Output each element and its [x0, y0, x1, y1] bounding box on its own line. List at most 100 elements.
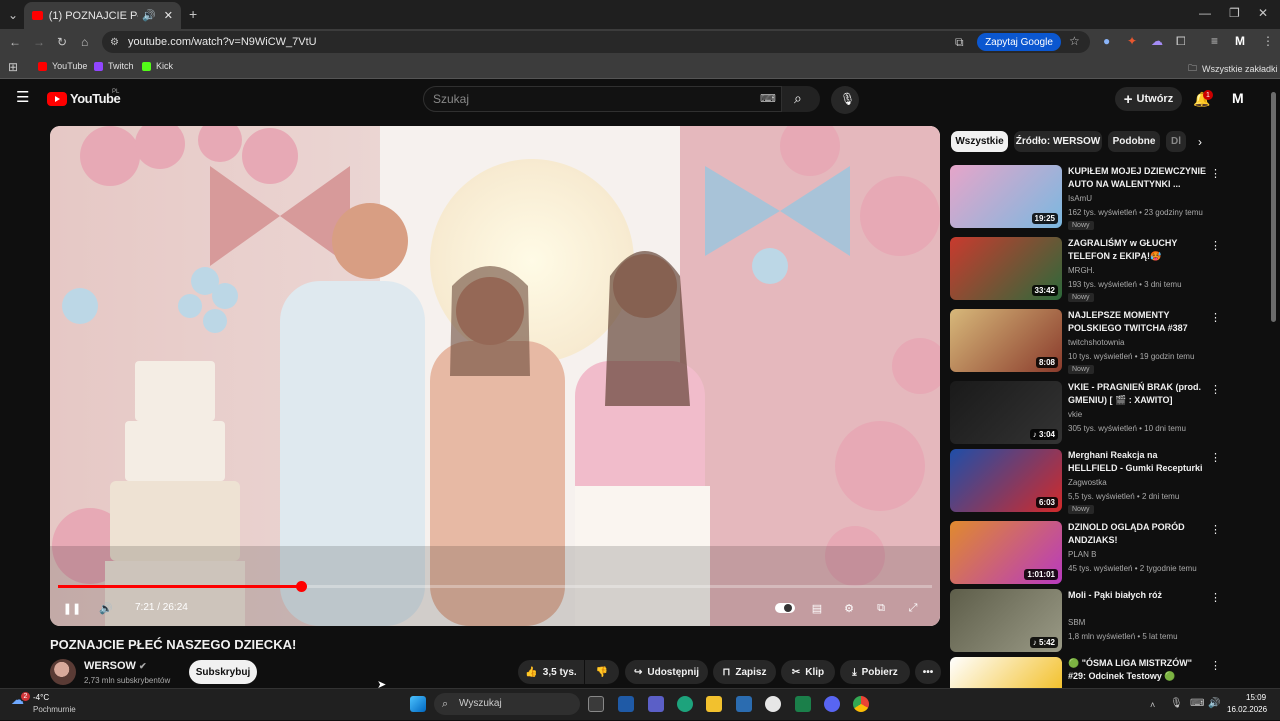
recommendation-channel[interactable]: PLAN B [1068, 550, 1096, 559]
ask-google-button[interactable]: Zapytaj Google [977, 33, 1061, 51]
app-icon-1[interactable] [618, 696, 634, 712]
browser-tab[interactable]: (1) POZNAJCIE PŁEĆ NASZEGO 🔊 ✕ [24, 2, 181, 29]
forward-icon[interactable]: → [33, 36, 45, 48]
tray-mic-icon[interactable]: 🎙 [1170, 698, 1183, 710]
windows-start-icon[interactable] [410, 696, 426, 712]
extension-fox-icon[interactable]: ✦ [1127, 35, 1137, 47]
recommendation-channel[interactable]: IsAmU [1068, 194, 1092, 203]
taskbar-search-text[interactable]: Wyszukaj [459, 698, 502, 709]
more-options-icon[interactable]: ⋮ [1210, 311, 1221, 324]
chip-source[interactable]: Źródło: WERSOW [1014, 131, 1102, 152]
all-bookmarks[interactable]: 🗀 Wszystkie zakładki [1188, 61, 1278, 77]
dislike-button[interactable]: 👎 [585, 660, 619, 684]
more-options-icon[interactable]: ⋮ [1210, 659, 1221, 672]
install-app-icon[interactable]: ⧉ [955, 36, 964, 48]
video-thumbnail[interactable]: 6:03 [950, 449, 1062, 512]
more-options-icon[interactable]: ⋮ [1210, 239, 1221, 252]
recommendation-channel[interactable]: MRGH. [1068, 266, 1095, 275]
recommendation-channel[interactable]: vkie [1068, 410, 1082, 419]
chip-related[interactable]: Podobne [1108, 131, 1160, 152]
speaker-icon[interactable]: 🔊 [1208, 698, 1220, 710]
recommendation-title[interactable]: KUPIŁEM MOJEJ DZIEWCZYNIE AUTO NA WALENT… [1068, 165, 1208, 191]
recommendation-channel[interactable]: twitchshotownia [1068, 338, 1124, 347]
recommendation-card[interactable]: 1:01:01 DZINOLD OGLĄDA PORÓD ANDZIAKS! PLA… [950, 521, 1222, 585]
save-button[interactable]: ⊓ Zapisz [713, 660, 776, 684]
task-view-icon[interactable] [588, 696, 604, 712]
search-input[interactable]: Szukaj [433, 92, 469, 106]
autoplay-toggle[interactable] [774, 599, 796, 617]
weather-description[interactable]: Pochmurnie [33, 705, 76, 714]
more-options-icon[interactable]: ⋮ [1210, 523, 1221, 536]
recommendation-title[interactable]: VKIE - PRAGNIEŃ BRAK (prod. GMENIU) [ 🎬 … [1068, 381, 1208, 407]
video-thumbnail[interactable]: ♪ 3:04 [950, 381, 1062, 444]
download-button[interactable]: ⤓ Pobierz [840, 660, 910, 684]
recommendation-title[interactable]: Merghani Reakcja na HELLFIELD - Gumki Re… [1068, 449, 1208, 475]
reload-icon[interactable]: ↻ [57, 36, 67, 48]
recommendation-title[interactable]: NAJLEPSZE MOMENTY POLSKIEGO TWITCHA #387 [1068, 309, 1208, 335]
recommendation-card[interactable]: 8:08 NAJLEPSZE MOMENTY POLSKIEGO TWITCHA … [950, 309, 1222, 374]
pause-icon[interactable]: ❚❚ [61, 599, 83, 617]
tray-chevron-icon[interactable]: ˄ [1150, 699, 1155, 711]
chip-all[interactable]: Wszystkie [951, 131, 1008, 152]
more-actions-button[interactable]: ••• [915, 660, 941, 684]
discord-icon[interactable] [824, 696, 840, 712]
like-button[interactable]: 👍 3,5 tys. [518, 660, 584, 684]
chip-more[interactable]: Dl [1166, 131, 1186, 152]
progress-scrubber[interactable] [295, 581, 307, 592]
more-options-icon[interactable]: ⋮ [1210, 167, 1221, 180]
teams-icon[interactable] [648, 696, 664, 712]
recommendation-card[interactable]: ♪ 3:04 VKIE - PRAGNIEŃ BRAK (prod. GMENIU… [950, 381, 1222, 445]
extensions-puzzle-icon[interactable]: ⧠ [1176, 35, 1186, 47]
home-icon[interactable]: ⌂ [81, 36, 88, 48]
weather-temperature[interactable]: -4°C [33, 693, 49, 702]
more-options-icon[interactable]: ⋮ [1210, 451, 1221, 464]
fullscreen-icon[interactable]: ⤢ [902, 599, 924, 617]
extension-icon[interactable]: ● [1103, 35, 1110, 47]
app-icon-2[interactable] [795, 696, 811, 712]
more-options-icon[interactable]: ⋮ [1210, 383, 1221, 396]
video-player[interactable] [50, 126, 940, 626]
chrome-icon[interactable] [853, 696, 869, 712]
restore-icon[interactable]: ❐ [1229, 7, 1240, 19]
hamburger-menu-icon[interactable]: ☰ [16, 90, 29, 105]
channel-name[interactable]: WERSOW ✔ [84, 660, 147, 672]
search-box[interactable] [423, 86, 782, 112]
back-icon[interactable]: ← [9, 36, 21, 48]
recommendation-card[interactable]: 19:25 KUPIŁEM MOJEJ DZIEWCZYNIE AUTO NA W… [950, 165, 1222, 230]
miniplayer-icon[interactable]: ⧉ [870, 599, 892, 617]
youtube-logo[interactable]: YouTube [47, 91, 121, 106]
tab-close-icon[interactable]: ✕ [164, 9, 173, 22]
keyboard-icon[interactable]: ⌨ [760, 93, 776, 105]
tab-list-icon[interactable]: ⌄ [8, 9, 18, 21]
recommendation-title[interactable]: Moli - Pąki białych róż [1068, 589, 1208, 602]
search-button[interactable]: ⌕ [782, 86, 820, 112]
extension-cloud-icon[interactable]: ☁ [1151, 35, 1163, 47]
minimize-icon[interactable]: — [1199, 7, 1211, 19]
settings-gear-icon[interactable]: ⚙ [838, 599, 860, 617]
subtitles-icon[interactable]: ▤ [806, 599, 828, 617]
video-thumbnail[interactable]: 19:25 [950, 165, 1062, 228]
apps-grid-icon[interactable]: ⊞ [8, 61, 18, 73]
recommendation-title[interactable]: ZAGRALIŚMY w GŁUCHY TELEFON z EKIPĄ!🥵 [1068, 237, 1208, 263]
chrome-menu-icon[interactable]: ⋮ [1262, 35, 1274, 47]
scrollbar[interactable] [1271, 92, 1276, 322]
video-thumbnail[interactable]: 1:01:01 [950, 521, 1062, 584]
channel-avatar[interactable] [50, 659, 76, 685]
recommendation-card[interactable]: ♪ 5:42 Moli - Pąki białych róż SBM 1,8 mln … [950, 589, 1222, 653]
new-tab-icon[interactable]: + [189, 7, 197, 21]
taskbar-search[interactable] [434, 693, 580, 715]
share-button[interactable]: ↪ Udostępnij [625, 660, 708, 684]
network-icon[interactable]: ⌨ [1190, 698, 1204, 710]
recommendation-card[interactable]: 6:03 Merghani Reakcja na HELLFIELD - Gumk… [950, 449, 1222, 514]
bookmark-youtube[interactable]: YouTube [38, 61, 87, 71]
more-options-icon[interactable]: ⋮ [1210, 591, 1221, 604]
chevron-right-icon[interactable]: › [1198, 136, 1202, 148]
account-avatar[interactable]: M [1232, 91, 1244, 105]
clock-time[interactable]: 15:09 [1246, 693, 1266, 702]
volume-icon[interactable]: 🔊 [95, 599, 117, 617]
video-thumbnail[interactable]: 8:08 [950, 309, 1062, 372]
github-icon[interactable] [765, 696, 781, 712]
media-controls-icon[interactable]: ≡ [1211, 35, 1218, 47]
recommendation-channel[interactable]: Zagwostka [1068, 478, 1107, 487]
edge-icon[interactable] [677, 696, 693, 712]
